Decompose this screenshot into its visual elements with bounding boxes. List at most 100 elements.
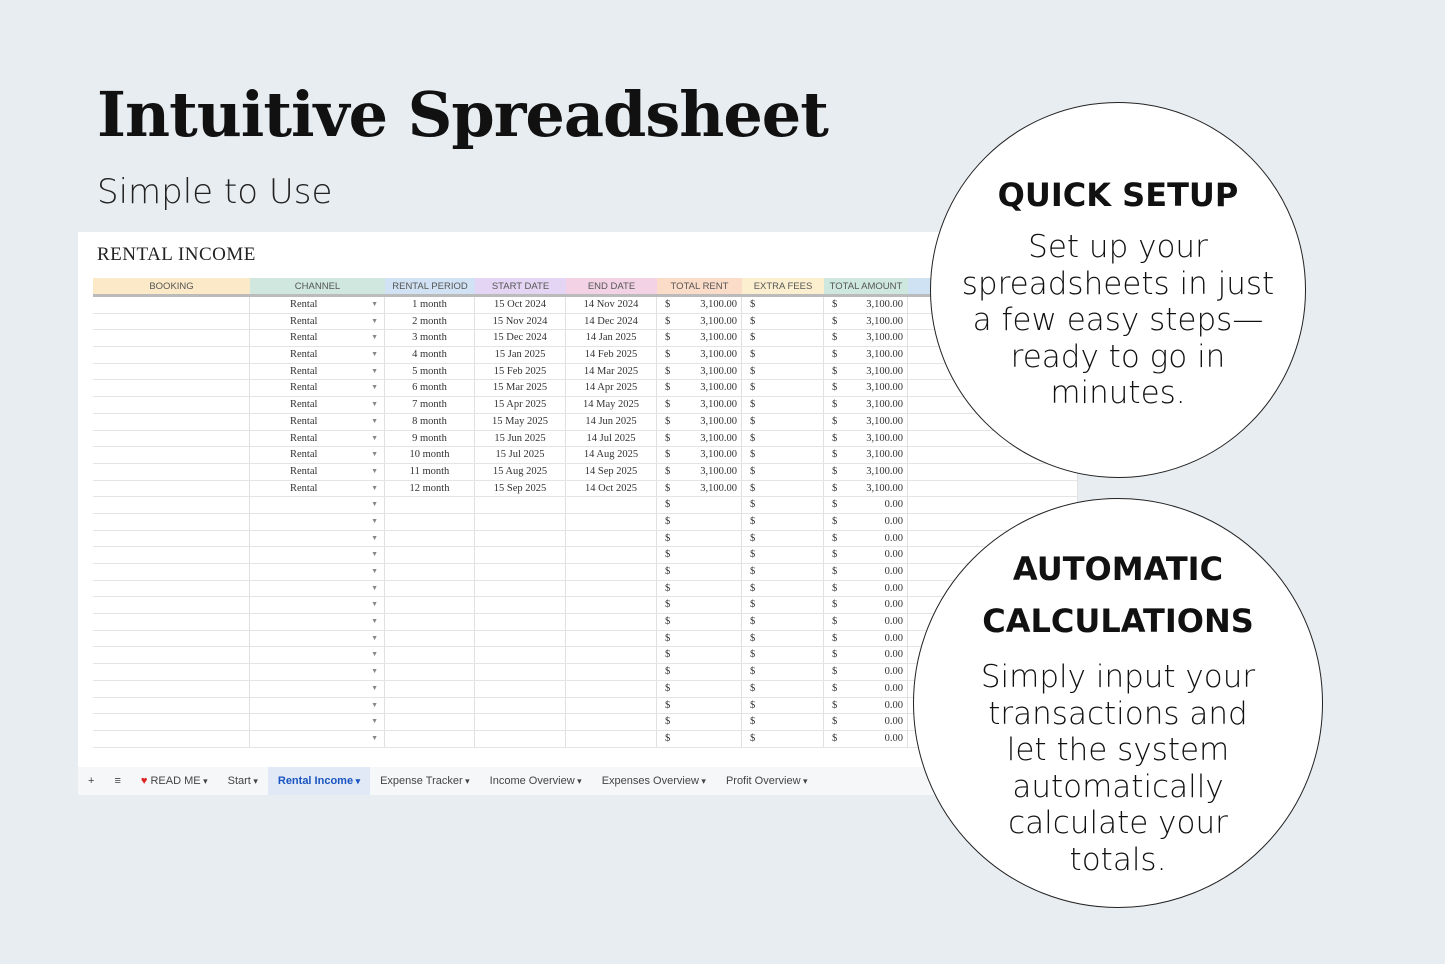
- dropdown-arrow-icon[interactable]: ▼: [371, 497, 378, 513]
- cell[interactable]: $3,100.00: [824, 480, 908, 497]
- dropdown-arrow-icon[interactable]: ▼: [371, 731, 378, 747]
- cell[interactable]: [93, 430, 250, 447]
- dropdown-arrow-icon[interactable]: ▼: [371, 564, 378, 580]
- cell[interactable]: [566, 664, 657, 680]
- cell[interactable]: $: [657, 730, 742, 747]
- cell[interactable]: [475, 697, 566, 714]
- cell[interactable]: [385, 680, 475, 697]
- cell[interactable]: $3,100.00: [824, 397, 908, 413]
- cell[interactable]: $3,100.00: [657, 447, 742, 463]
- tab-menu-arrow-icon[interactable]: ▾: [251, 776, 258, 786]
- tab-menu-arrow-icon[interactable]: ▾: [201, 776, 208, 786]
- cell[interactable]: $3,100.00: [824, 430, 908, 447]
- cell[interactable]: $: [657, 664, 742, 680]
- cell[interactable]: [566, 564, 657, 580]
- sheet-tab[interactable]: Start ▾: [218, 767, 268, 795]
- cell[interactable]: [93, 630, 250, 647]
- cell[interactable]: ▼: [250, 564, 385, 580]
- cell[interactable]: $3,100.00: [657, 413, 742, 430]
- cell[interactable]: [93, 347, 250, 363]
- cell[interactable]: 7 month: [385, 397, 475, 413]
- cell[interactable]: [93, 413, 250, 430]
- dropdown-arrow-icon[interactable]: ▼: [371, 714, 378, 730]
- cell[interactable]: $3,100.00: [657, 430, 742, 447]
- cell[interactable]: 15 Jul 2025: [475, 447, 566, 463]
- dropdown-arrow-icon[interactable]: ▼: [371, 431, 378, 447]
- cell[interactable]: $: [742, 447, 824, 463]
- cell[interactable]: [93, 580, 250, 597]
- cell[interactable]: [385, 597, 475, 614]
- column-header[interactable]: BOOKING: [93, 278, 250, 294]
- cell[interactable]: $3,100.00: [824, 380, 908, 397]
- cell[interactable]: $: [742, 547, 824, 563]
- cell[interactable]: $3,100.00: [657, 330, 742, 347]
- cell[interactable]: [93, 447, 250, 463]
- sheet-tab[interactable]: Rental Income ▾: [267, 767, 371, 795]
- cell[interactable]: $: [742, 480, 824, 497]
- cell[interactable]: 15 Jun 2025: [475, 430, 566, 447]
- cell[interactable]: $: [742, 664, 824, 680]
- cell[interactable]: 1 month: [385, 297, 475, 313]
- cell[interactable]: $: [742, 330, 824, 347]
- cell[interactable]: 15 Sep 2025: [475, 480, 566, 497]
- column-header[interactable]: RENTAL PERIOD: [385, 278, 475, 294]
- column-header[interactable]: START DATE: [475, 278, 566, 294]
- cell[interactable]: ▼: [250, 647, 385, 664]
- cell[interactable]: [93, 547, 250, 563]
- dropdown-arrow-icon[interactable]: ▼: [371, 631, 378, 647]
- cell[interactable]: Rental ▼: [250, 480, 385, 497]
- cell[interactable]: [93, 530, 250, 547]
- cell[interactable]: [93, 513, 250, 530]
- cell[interactable]: $: [742, 680, 824, 697]
- dropdown-arrow-icon[interactable]: ▼: [371, 464, 378, 480]
- cell[interactable]: [93, 363, 250, 380]
- cell[interactable]: ▼: [250, 680, 385, 697]
- dropdown-arrow-icon[interactable]: ▼: [371, 531, 378, 547]
- cell[interactable]: [475, 680, 566, 697]
- cell[interactable]: 10 month: [385, 447, 475, 463]
- cell[interactable]: 14 Feb 2025: [566, 347, 657, 363]
- cell[interactable]: 15 Nov 2024: [475, 313, 566, 330]
- cell[interactable]: 8 month: [385, 413, 475, 430]
- cell[interactable]: 14 Aug 2025: [566, 447, 657, 463]
- cell[interactable]: $: [742, 380, 824, 397]
- cell[interactable]: [566, 497, 657, 513]
- cell[interactable]: 15 May 2025: [475, 413, 566, 430]
- dropdown-arrow-icon[interactable]: ▼: [371, 664, 378, 680]
- cell[interactable]: 15 Feb 2025: [475, 363, 566, 380]
- cell[interactable]: [475, 714, 566, 730]
- cell[interactable]: [475, 564, 566, 580]
- cell[interactable]: ▼: [250, 664, 385, 680]
- cell[interactable]: $: [742, 614, 824, 630]
- dropdown-arrow-icon[interactable]: ▼: [371, 314, 378, 330]
- cell[interactable]: $0.00: [824, 730, 908, 747]
- cell[interactable]: 12 month: [385, 480, 475, 497]
- cell[interactable]: 3 month: [385, 330, 475, 347]
- cell[interactable]: [93, 714, 250, 730]
- cell[interactable]: $0.00: [824, 714, 908, 730]
- cell[interactable]: $3,100.00: [657, 297, 742, 313]
- cell[interactable]: $: [657, 547, 742, 563]
- cell[interactable]: [566, 580, 657, 597]
- cell[interactable]: [475, 547, 566, 563]
- cell[interactable]: ▼: [250, 580, 385, 597]
- cell[interactable]: 14 Mar 2025: [566, 363, 657, 380]
- cell[interactable]: [566, 714, 657, 730]
- cell[interactable]: 2 month: [385, 313, 475, 330]
- cell[interactable]: $3,100.00: [657, 363, 742, 380]
- cell[interactable]: [475, 530, 566, 547]
- cell[interactable]: ▼: [250, 547, 385, 563]
- cell[interactable]: 14 Jun 2025: [566, 413, 657, 430]
- cell[interactable]: [385, 580, 475, 597]
- cell[interactable]: [93, 664, 250, 680]
- cell[interactable]: [566, 697, 657, 714]
- cell[interactable]: [93, 730, 250, 747]
- cell[interactable]: $0.00: [824, 647, 908, 664]
- cell[interactable]: Rental ▼: [250, 447, 385, 463]
- cell[interactable]: [385, 647, 475, 664]
- cell[interactable]: $: [657, 564, 742, 580]
- cell[interactable]: $3,100.00: [657, 480, 742, 497]
- dropdown-arrow-icon[interactable]: ▼: [371, 330, 378, 346]
- cell[interactable]: $: [742, 730, 824, 747]
- dropdown-arrow-icon[interactable]: ▼: [371, 681, 378, 697]
